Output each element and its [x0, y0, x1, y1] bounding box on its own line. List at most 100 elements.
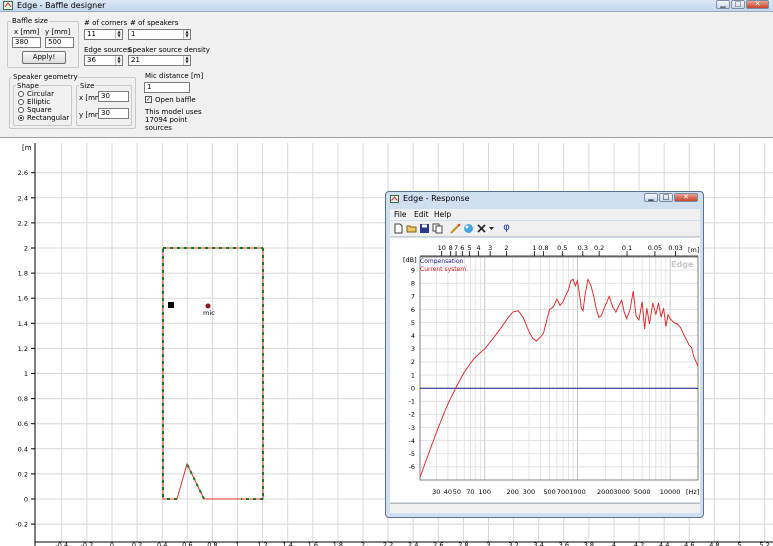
response-title: Edge - Response	[403, 194, 470, 203]
minimize-button[interactable]: ▁	[716, 0, 730, 9]
mic-distance-input[interactable]: 1	[144, 82, 190, 93]
open-icon[interactable]	[406, 223, 417, 234]
series-line-1	[419, 277, 699, 478]
spinner-arrows-icon[interactable]: ▲ ▼	[115, 56, 122, 65]
top-tick-label: 3	[488, 244, 492, 252]
spinner-arrows-icon[interactable]: ▲ ▼	[183, 30, 190, 39]
shape-square-label: Square	[27, 106, 52, 114]
size-x-input[interactable]: 30	[98, 91, 129, 102]
spinner-arrows-icon[interactable]: ▲ ▼	[183, 56, 190, 65]
chart-top-axis-label: [m]	[688, 246, 699, 254]
response-minimize-button[interactable]: ▁	[644, 193, 658, 202]
y-tick-label: 0.4	[18, 445, 28, 453]
menu-file[interactable]: File	[394, 210, 407, 219]
y-tick-label: 0	[24, 496, 28, 504]
y-tick-label: 1.6	[18, 295, 28, 303]
y-tick-label: 5	[411, 319, 415, 327]
speaker-density-spinner[interactable]: 21 ▲ ▼	[128, 55, 191, 66]
close-icon: ✕	[754, 0, 761, 8]
color-icon[interactable]	[463, 223, 474, 234]
x-tick-label: 10000	[660, 488, 681, 496]
shape-circular-label: Circular	[27, 90, 54, 98]
speakers-spinner[interactable]: 1 ▲ ▼	[128, 29, 191, 40]
top-tick-label: 6	[460, 244, 464, 252]
baffle-y-input[interactable]: 500	[45, 37, 74, 48]
x-tick-label: 200	[506, 488, 518, 496]
y-tick-label: 1.8	[18, 270, 28, 278]
chart-series	[419, 277, 699, 478]
window-title: Edge - Baffle designer	[17, 1, 106, 10]
minimize-icon: ▁	[720, 0, 726, 8]
new-icon[interactable]	[393, 223, 404, 234]
shape-elliptic-radio[interactable]	[18, 99, 24, 105]
menu-help[interactable]: Help	[434, 210, 451, 219]
y-tick-label: 3	[411, 345, 415, 353]
model-info-text: This model uses 17094 point sources	[145, 108, 202, 132]
dropdown-icon[interactable]	[488, 223, 495, 234]
save-icon[interactable]	[419, 223, 430, 234]
menu-edit[interactable]: Edit	[414, 210, 429, 219]
spinner-arrows-icon[interactable]: ▲ ▼	[115, 30, 122, 39]
y-tick-label: -1	[409, 398, 415, 406]
top-tick-label: 5	[468, 244, 472, 252]
speaker-marker[interactable]	[168, 302, 174, 308]
edge-sources-spinner[interactable]: 36 ▲ ▼	[84, 55, 123, 66]
legend-compensation: Compensation	[420, 258, 464, 265]
mic-marker[interactable]	[205, 303, 211, 309]
chart-y-ticks: 9 8 7 6 5 4 3 2 1 0 -1 -2 -3 -4 -5 -6	[409, 266, 415, 471]
corners-spinner[interactable]: 11 ▲ ▼	[84, 29, 123, 40]
y-tick-label: 0.6	[18, 420, 28, 428]
copy-icon[interactable]	[432, 223, 443, 234]
y-tick-label: 2	[24, 245, 28, 253]
draw-icon[interactable]	[450, 223, 461, 234]
top-tick-label: 0.3	[578, 244, 588, 252]
open-baffle-checkbox[interactable]: ✓	[145, 96, 152, 103]
response-window[interactable]: Edge - Response ▁ □ ✕ File Edit Help φ 9…	[385, 191, 704, 518]
response-chart[interactable]: 9876543210-1-2-3-4-5-6 30 40 50 70 100 200 300…	[390, 238, 700, 502]
plot-frame	[419, 256, 699, 481]
x-tick-label: 2000	[597, 488, 614, 496]
title-bar[interactable]: Edge - Baffle designer ▁ □ ✕	[0, 0, 773, 12]
shape-elliptic-label: Elliptic	[27, 98, 51, 106]
y-tick-label: -5	[409, 450, 415, 458]
x-tick-label: 70	[466, 488, 474, 496]
speaker-density-value: 21	[131, 56, 140, 64]
x-tick-label: 3000	[613, 488, 630, 496]
baffle-designer-window: Edge - Baffle designer ▁ □ ✕ Baffle size…	[0, 0, 773, 546]
shape-circular-radio[interactable]	[18, 91, 24, 97]
app-icon	[3, 1, 13, 10]
y-tick-label: 0.8	[18, 395, 28, 403]
edge-sources-value: 36	[87, 56, 96, 64]
response-close-button[interactable]: ✕	[674, 193, 698, 202]
response-toolbar: φ	[390, 221, 700, 237]
close-icon: ✕	[683, 193, 689, 201]
y-tick-label: 7	[411, 293, 415, 301]
size-y-input[interactable]: 30	[98, 108, 129, 119]
maximize-button[interactable]: □	[731, 0, 745, 9]
close-button[interactable]: ✕	[746, 0, 769, 9]
shape-label: Shape	[16, 82, 40, 90]
apply-button[interactable]: Apply!	[22, 51, 66, 64]
top-tick-label: 0.5	[557, 244, 567, 252]
top-tick-label: 0.03	[668, 244, 682, 252]
delete-icon[interactable]	[476, 223, 487, 234]
corners-value: 11	[87, 30, 96, 38]
response-maximize-button[interactable]: □	[659, 193, 673, 202]
phase-icon[interactable]: φ	[501, 223, 512, 234]
chart-x-ticks: 30 40 50 70 100 200 300 500 700 1000 2000 3000 5000 1…	[432, 488, 680, 496]
y-tick-label: 2	[411, 358, 415, 366]
shape-square-radio[interactable]	[18, 107, 24, 113]
x-axis: -0.4 -0.2 0 0.2 0.4 0.6 0.8 1 1.2 1.4 1.6 1.8 2 2.2 2.…	[35, 541, 773, 546]
shape-rectangular-label: Rectangular	[27, 114, 70, 122]
chart-watermark: Edge	[671, 260, 694, 269]
baffle-x-input[interactable]: 380	[12, 37, 41, 48]
open-baffle-label: Open baffle	[155, 96, 196, 104]
top-tick-label: 0.2	[594, 244, 604, 252]
x-tick-label: 40	[444, 488, 452, 496]
y-tick-label: 2.4	[18, 194, 28, 202]
mic-distance-label: Mic distance [m]	[145, 72, 204, 80]
app-icon	[390, 195, 399, 203]
edge-sources-label: Edge sources	[84, 46, 131, 54]
baffle-x-label: x [mm]	[14, 28, 40, 36]
shape-rectangular-radio[interactable]	[18, 115, 24, 121]
